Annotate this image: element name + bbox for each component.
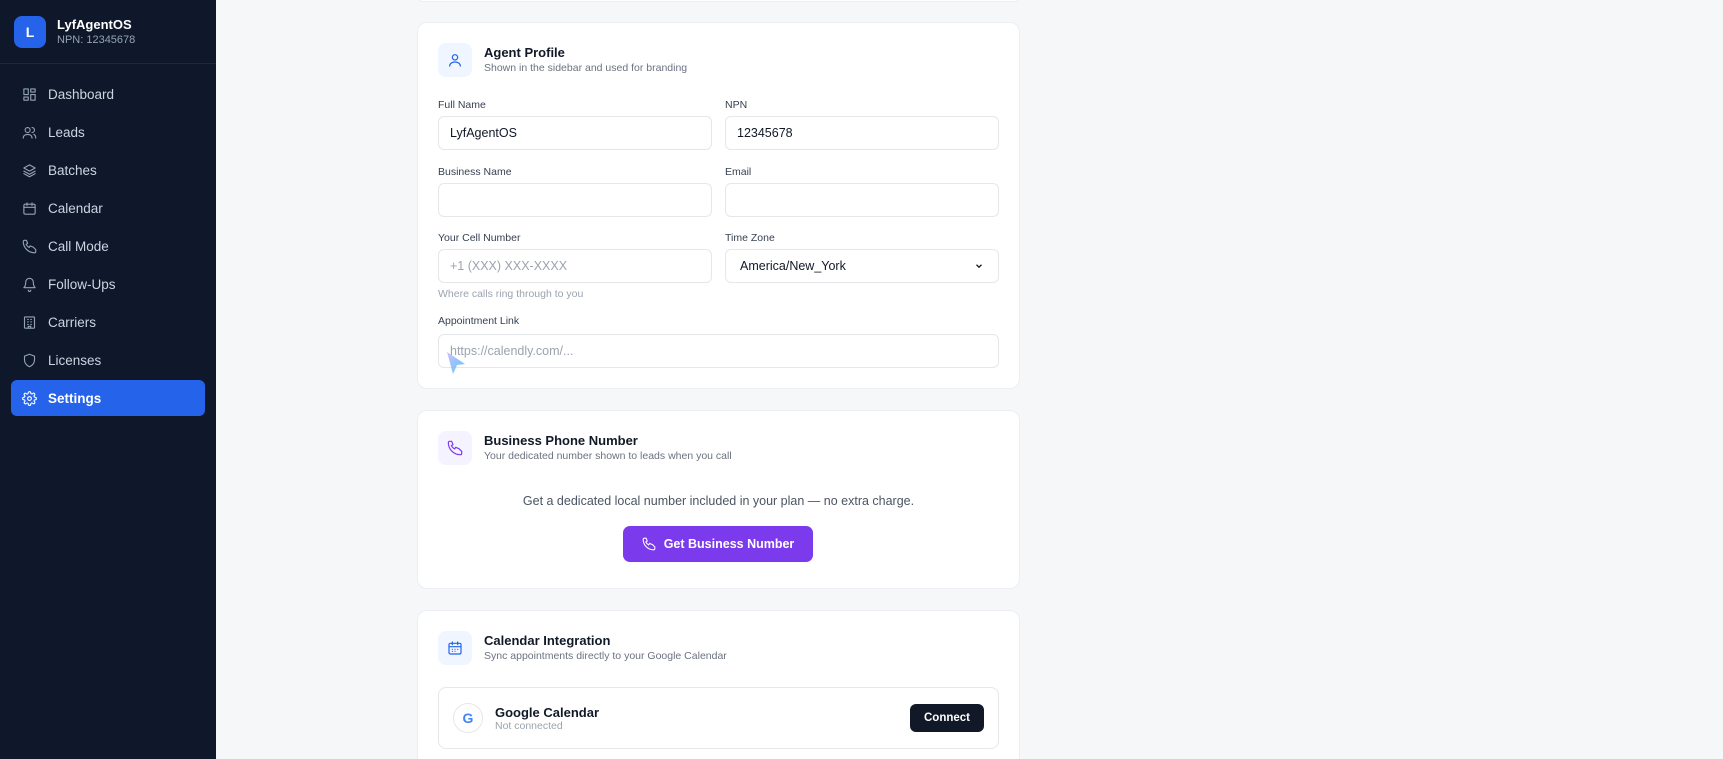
- card-subtitle: Sync appointments directly to your Googl…: [484, 650, 727, 662]
- gear-icon: [22, 390, 37, 406]
- sidebar-item-label: Batches: [48, 162, 97, 178]
- cell-number-input[interactable]: [438, 249, 712, 283]
- full-name-label: Full Name: [438, 99, 486, 111]
- business-name-input[interactable]: [438, 183, 712, 217]
- agent-profile-card: Agent Profile Shown in the sidebar and u…: [417, 22, 1020, 389]
- profile-card-icon: [438, 43, 472, 77]
- sidebar-item-follow-ups[interactable]: Follow-Ups: [11, 266, 205, 302]
- mouse-cursor-icon: [447, 352, 465, 374]
- connection-status: Not connected: [495, 719, 563, 732]
- sidebar-item-label: Calendar: [48, 200, 103, 216]
- business-phone-card: Business Phone Number Your dedicated num…: [417, 410, 1020, 589]
- business-phone-description: Get a dedicated local number included in…: [522, 494, 915, 508]
- sidebar-item-label: Licenses: [48, 352, 102, 368]
- phone-card-icon: [438, 431, 472, 465]
- sidebar-item-dashboard[interactable]: Dashboard: [11, 76, 205, 112]
- sidebar-item-settings[interactable]: Settings: [11, 380, 205, 416]
- sidebar-item-licenses[interactable]: Licenses: [11, 342, 205, 378]
- sidebar-item-calendar[interactable]: Calendar: [11, 190, 205, 226]
- previous-card-edge: [417, 0, 1020, 2]
- appointment-link-label: Appointment Link: [438, 315, 520, 327]
- sidebar-item-carriers[interactable]: Carriers: [11, 304, 205, 340]
- brand-name: LyfAgentOS: [57, 16, 132, 32]
- sidebar-item-call-mode[interactable]: Call Mode: [11, 228, 205, 264]
- google-calendar-row: G Google Calendar Not connected Connect: [438, 687, 999, 749]
- email-input[interactable]: [725, 183, 999, 217]
- button-label: Get Business Number: [663, 537, 795, 551]
- appointment-link-input[interactable]: [438, 334, 999, 368]
- npn-input[interactable]: [725, 116, 999, 150]
- sidebar: L LyfAgentOS NPN: 12345678 Dashboard Lea…: [0, 0, 216, 759]
- brand-logo: L: [14, 15, 46, 48]
- card-title: Agent Profile: [484, 45, 565, 60]
- sidebar-item-leads[interactable]: Leads: [11, 114, 205, 150]
- timezone-select[interactable]: America/New_York: [725, 249, 999, 283]
- shield-icon: [23, 353, 36, 367]
- users-icon: [22, 126, 37, 139]
- cell-number-label: Your Cell Number: [438, 232, 521, 244]
- card-title: Calendar Integration: [484, 633, 611, 648]
- sidebar-item-label: Dashboard: [48, 86, 115, 102]
- chevron-down-icon: [976, 264, 982, 269]
- npn-label: NPN: [725, 99, 748, 111]
- sidebar-item-batches[interactable]: Batches: [11, 152, 205, 188]
- grid-icon: [23, 87, 36, 101]
- timezone-value: America/New_York: [740, 259, 846, 273]
- business-name-label: Business Name: [438, 166, 512, 178]
- full-name-input[interactable]: [438, 116, 712, 150]
- brand-npn: NPN: 12345678: [57, 33, 136, 46]
- sidebar-item-label: Leads: [48, 124, 85, 140]
- phone-icon: [642, 537, 656, 551]
- user-icon: [449, 54, 461, 67]
- calendar-icon: [23, 201, 36, 215]
- sidebar-nav: Dashboard Leads Batches Calendar Call Mo…: [0, 64, 216, 416]
- sidebar-item-label: Carriers: [48, 314, 97, 330]
- layers-icon: [23, 163, 36, 177]
- building-icon: [23, 315, 36, 329]
- card-subtitle: Shown in the sidebar and used for brandi…: [484, 62, 688, 74]
- calendar-card-icon: [438, 631, 472, 665]
- brand-header: L LyfAgentOS NPN: 12345678: [0, 0, 216, 64]
- sidebar-item-label: Call Mode: [48, 238, 109, 254]
- calendar-icon: [448, 641, 462, 655]
- email-label: Email: [725, 166, 752, 178]
- provider-name: Google Calendar: [495, 704, 600, 720]
- get-business-number-button[interactable]: Get Business Number: [623, 526, 813, 562]
- sidebar-item-label: Follow-Ups: [48, 276, 116, 292]
- bell-icon: [23, 277, 36, 292]
- connect-button[interactable]: Connect: [910, 704, 984, 732]
- google-logo-icon: G: [453, 703, 483, 733]
- phone-icon: [22, 239, 37, 253]
- phone-icon: [447, 440, 463, 456]
- calendar-integration-card: Calendar Integration Sync appointments d…: [417, 610, 1020, 759]
- sidebar-item-label: Settings: [48, 390, 102, 406]
- cell-number-hint: Where calls ring through to you: [438, 288, 584, 300]
- card-subtitle: Your dedicated number shown to leads whe…: [484, 450, 732, 462]
- card-title: Business Phone Number: [484, 433, 638, 448]
- timezone-label: Time Zone: [725, 232, 775, 244]
